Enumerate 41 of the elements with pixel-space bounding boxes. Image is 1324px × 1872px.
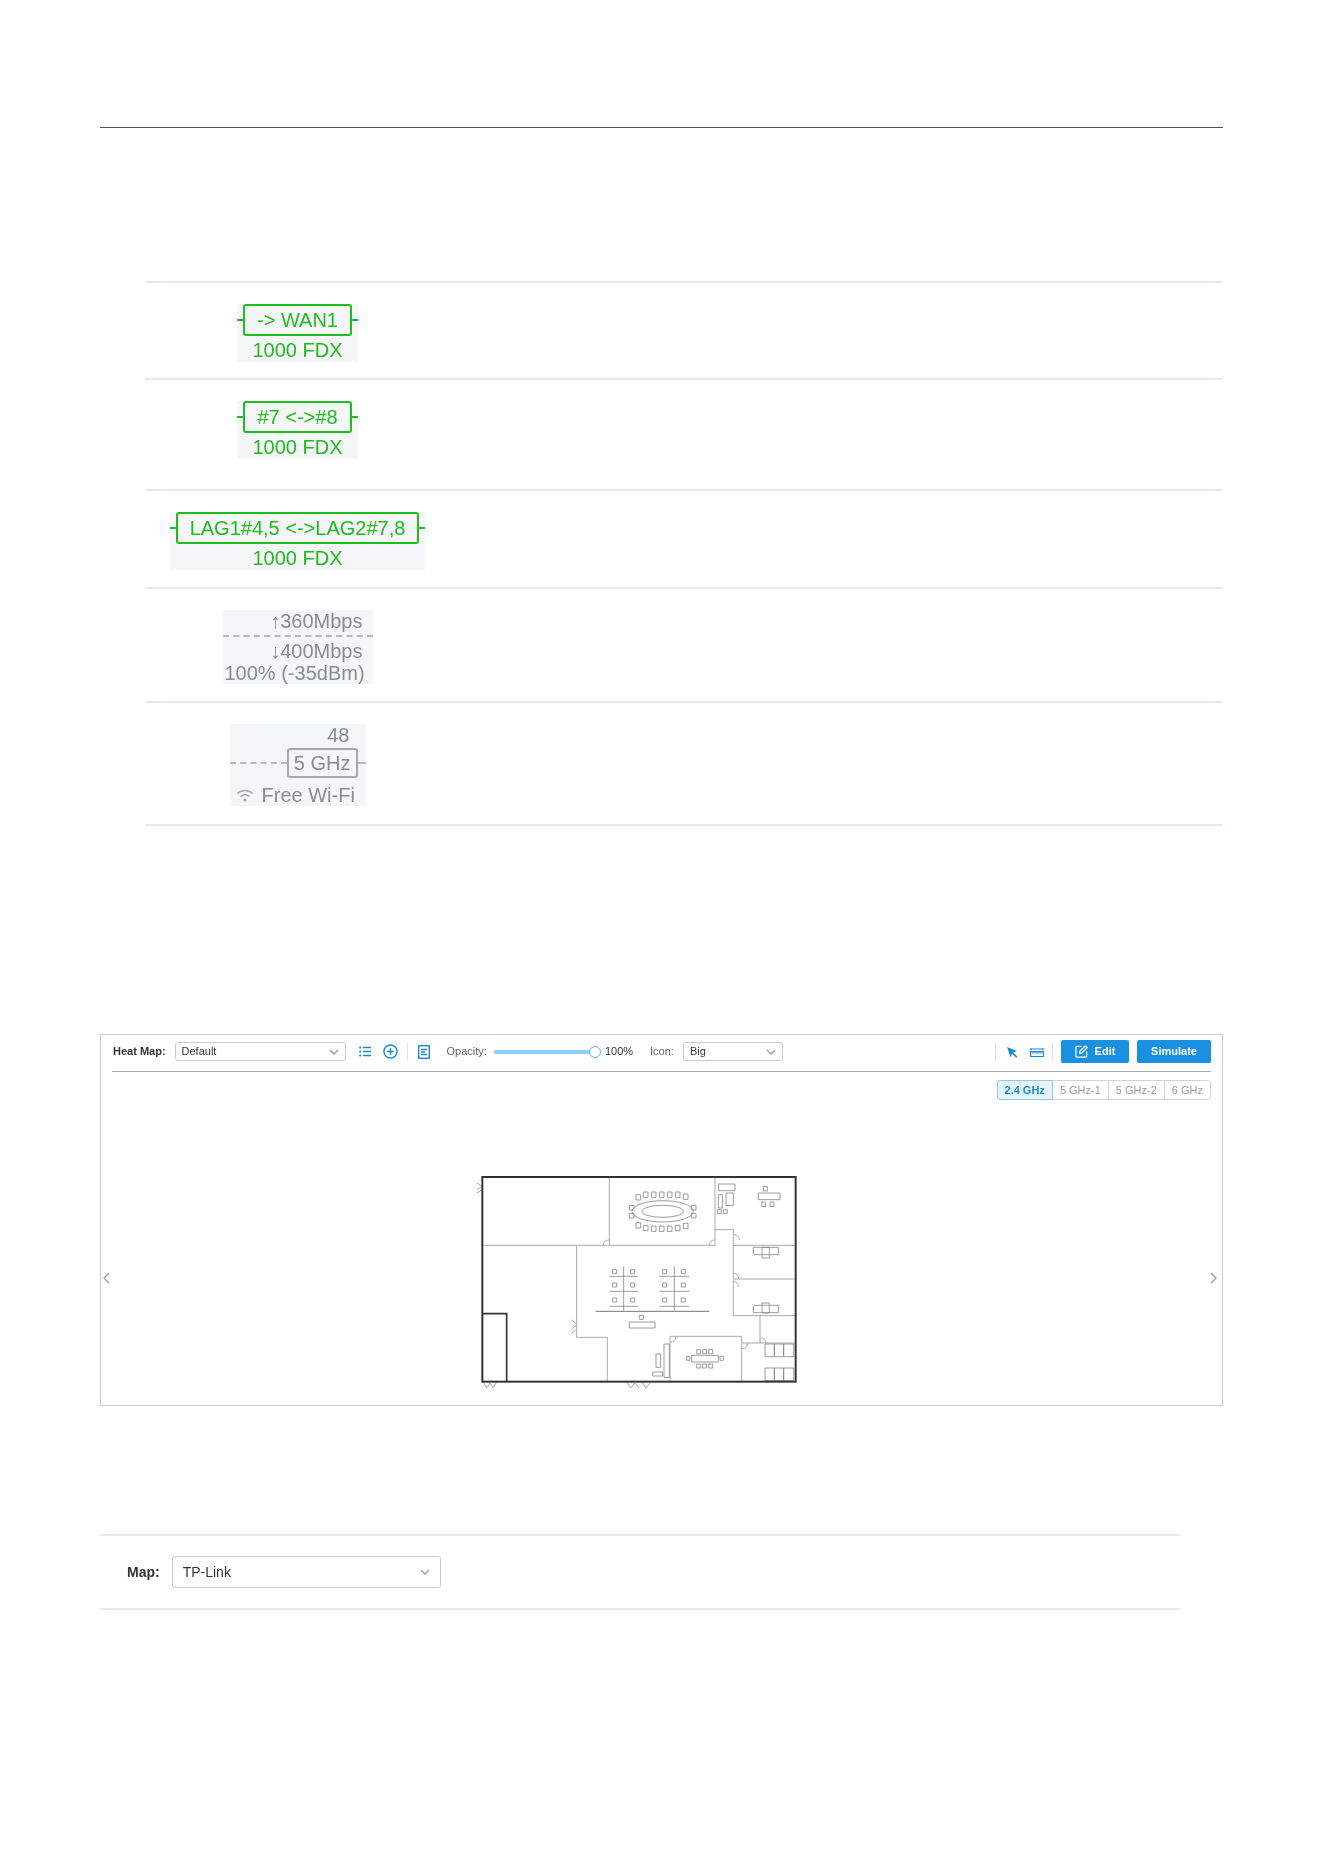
wifi-icon bbox=[235, 788, 254, 802]
cursor-icon[interactable] bbox=[1006, 1045, 1018, 1058]
link-speed: 1000 FDX bbox=[252, 435, 343, 459]
map-label: Map: bbox=[127, 1562, 160, 1582]
toolbar-button[interactable]: Simulate bbox=[1137, 1040, 1211, 1063]
chevron-right-icon[interactable] bbox=[1210, 1272, 1217, 1284]
map-select[interactable]: TP-Link bbox=[171, 1556, 441, 1588]
icon-size-label: Icon: bbox=[650, 1044, 674, 1060]
chevron-left-icon[interactable] bbox=[103, 1272, 110, 1284]
chevron-down-icon bbox=[419, 1569, 430, 1575]
channel-number: 48 bbox=[327, 724, 351, 746]
network-name: Free Wi-Fi bbox=[261, 784, 355, 806]
icon-size-select[interactable]: Big bbox=[682, 1042, 783, 1061]
toolbar-button[interactable]: Edit bbox=[1061, 1040, 1129, 1063]
ruler-icon[interactable] bbox=[1030, 1046, 1044, 1057]
band-tab[interactable]: 5 GHz-1 bbox=[1051, 1080, 1109, 1100]
signal-strength: 100% (-35dBm) bbox=[223, 662, 365, 684]
port-label: LAG1#4,5 <->LAG2#7,8 bbox=[175, 512, 420, 544]
port-label: #7 <->#8 bbox=[243, 401, 352, 433]
band-tab[interactable]: 5 GHz-2 bbox=[1107, 1080, 1165, 1100]
link-speed: 1000 FDX bbox=[252, 338, 343, 362]
uplink-rate: ↑360Mbps bbox=[270, 610, 364, 632]
heat-map-label: Heat Map: bbox=[113, 1044, 166, 1060]
opacity-slider[interactable] bbox=[493, 1045, 601, 1058]
downlink-rate: ↓400Mbps bbox=[270, 640, 364, 662]
opacity-label: Opacity: bbox=[446, 1044, 487, 1060]
slider-thumb[interactable] bbox=[588, 1045, 601, 1058]
band-tab[interactable]: 6 GHz bbox=[1163, 1080, 1211, 1100]
edit-icon bbox=[1074, 1045, 1088, 1058]
band-label: 5 GHz bbox=[286, 748, 358, 778]
port-label: -> WAN1 bbox=[243, 304, 352, 336]
link-line bbox=[229, 762, 287, 764]
document-icon[interactable] bbox=[417, 1044, 430, 1059]
link-speed: 1000 FDX bbox=[252, 546, 343, 570]
chevron-down-icon bbox=[765, 1048, 776, 1055]
list-icon[interactable] bbox=[358, 1046, 371, 1057]
opacity-value: 100% bbox=[604, 1044, 634, 1060]
band-tab[interactable]: 2.4 GHz bbox=[996, 1080, 1053, 1100]
add-icon[interactable] bbox=[382, 1044, 398, 1059]
heat-map-select[interactable]: Default bbox=[174, 1042, 346, 1061]
chevron-down-icon bbox=[328, 1048, 339, 1055]
